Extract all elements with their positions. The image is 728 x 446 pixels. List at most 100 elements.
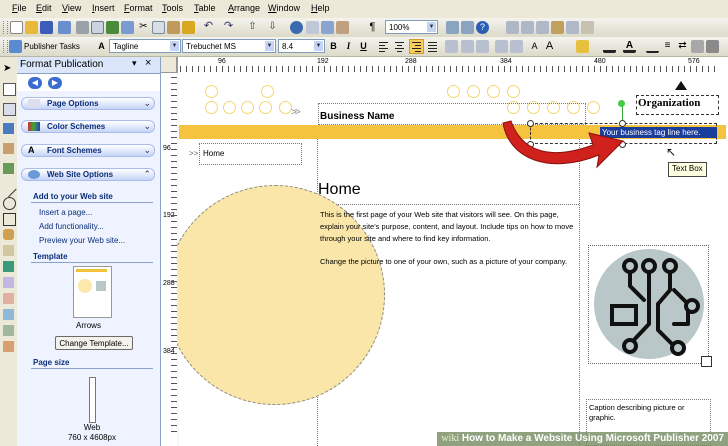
template-thumbnail[interactable]	[73, 266, 112, 318]
open-icon[interactable]	[25, 21, 38, 34]
menu-help[interactable]: Help	[311, 3, 330, 13]
back-icon[interactable]: ◀	[28, 77, 42, 89]
decrease-font-icon[interactable]: A	[528, 40, 541, 53]
horizontal-ruler[interactable]: 96 192 288 384 480 576	[161, 57, 728, 74]
rectangle-icon[interactable]	[3, 213, 16, 226]
nav-home-link[interactable]: Home	[203, 149, 224, 158]
line-icon[interactable]	[0, 180, 17, 198]
styles-icon[interactable]: A	[95, 40, 108, 53]
section-font-schemes[interactable]: A Font Schemes ⌄	[21, 144, 155, 157]
rotation-handle[interactable]	[618, 100, 625, 107]
catalog-merge-icon[interactable]	[3, 325, 14, 336]
change-template-button[interactable]: Change Template...	[55, 336, 133, 350]
menu-insert[interactable]: Insert	[92, 3, 115, 13]
web-navigation-icon[interactable]	[3, 341, 14, 352]
link-icon[interactable]	[521, 21, 534, 34]
text-box-icon[interactable]	[3, 83, 16, 96]
web-preview-icon[interactable]	[566, 21, 579, 34]
decrease-indent-icon[interactable]	[495, 40, 508, 53]
cut-icon[interactable]: ✂	[137, 21, 150, 34]
italic-button[interactable]: I	[342, 40, 355, 53]
send-backward-icon[interactable]: ⇩	[266, 21, 279, 34]
redo-icon[interactable]: ↷	[222, 21, 235, 34]
menu-table[interactable]: Table	[194, 3, 216, 13]
autoshapes-icon[interactable]	[3, 229, 14, 240]
resize-handle[interactable]	[701, 356, 712, 367]
save-icon[interactable]	[40, 21, 53, 34]
3d-style-icon[interactable]	[706, 40, 719, 53]
preview-site-link[interactable]: Preview your Web site...	[39, 236, 125, 245]
zoom-in-icon[interactable]	[461, 21, 474, 34]
section-color-schemes[interactable]: Color Schemes ⌄	[21, 120, 155, 133]
html-icon[interactable]	[581, 21, 594, 34]
insert-page-link[interactable]: Insert a page...	[39, 208, 92, 217]
bring-forward-icon[interactable]: ⇧	[246, 21, 259, 34]
align-right-icon[interactable]	[409, 39, 424, 54]
new-icon[interactable]	[10, 21, 23, 34]
close-icon[interactable]: ×	[145, 57, 151, 69]
business-name-text[interactable]: Business Name	[320, 111, 394, 122]
clip-art-icon[interactable]	[3, 163, 14, 174]
oval-icon[interactable]	[3, 197, 16, 210]
toolbar-grip[interactable]	[3, 40, 8, 53]
menu-format[interactable]: Format	[124, 3, 153, 13]
business-info-icon[interactable]	[3, 309, 14, 320]
copy-icon[interactable]	[152, 21, 165, 34]
table-icon[interactable]	[3, 103, 16, 116]
select-pointer-icon[interactable]: ➤	[3, 63, 14, 74]
paste-icon[interactable]	[167, 21, 180, 34]
picture-icon[interactable]	[336, 21, 349, 34]
ruler-corner[interactable]	[161, 57, 177, 73]
forward-icon[interactable]: ▶	[48, 77, 62, 89]
publisher-tasks-button[interactable]: Publisher Tasks	[24, 42, 80, 51]
spelling-icon[interactable]	[106, 21, 119, 34]
help-icon[interactable]: ?	[476, 21, 489, 34]
menu-file[interactable]: File	[12, 3, 27, 13]
hot-spot-icon[interactable]	[3, 245, 14, 256]
section-page-options[interactable]: Page Options ⌄	[21, 97, 155, 110]
line-spacing-icon[interactable]	[445, 40, 458, 53]
hyperlink-icon[interactable]	[290, 21, 303, 34]
body-paragraph[interactable]: Change the picture to one of your own, s…	[320, 256, 580, 268]
underline-button[interactable]: U	[357, 40, 370, 53]
fill-color-icon[interactable]	[576, 40, 589, 53]
line-color-icon[interactable]	[603, 40, 616, 53]
justify-icon[interactable]	[426, 40, 439, 53]
shadow-style-icon[interactable]	[691, 40, 704, 53]
font-size-select[interactable]: 8.4 ▼	[278, 39, 325, 53]
align-left-icon[interactable]	[377, 40, 390, 53]
mail-icon[interactable]	[58, 21, 71, 34]
print-icon[interactable]	[76, 21, 89, 34]
organization-name[interactable]: Organization	[638, 97, 700, 109]
increase-indent-icon[interactable]	[510, 40, 523, 53]
menu-edit[interactable]: Edit	[36, 3, 52, 13]
menu-view[interactable]: View	[62, 3, 81, 13]
form-control-icon[interactable]	[3, 261, 14, 272]
bold-button[interactable]: B	[327, 40, 340, 53]
align-center-icon[interactable]	[393, 40, 406, 53]
section-web-site-options[interactable]: Web Site Options ⌃	[21, 168, 155, 181]
research-icon[interactable]	[121, 21, 134, 34]
design-gallery-icon[interactable]	[3, 293, 14, 304]
task-pane-menu-icon[interactable]: ▾	[132, 58, 137, 69]
style-select[interactable]: Tagline ▼	[109, 39, 181, 53]
web-icon[interactable]	[506, 21, 519, 34]
body-paragraph[interactable]: This is the first page of your Web site …	[320, 209, 580, 245]
numbering-icon[interactable]	[461, 40, 474, 53]
increase-font-icon[interactable]: A	[543, 40, 556, 53]
task-pane-icon[interactable]	[9, 40, 22, 53]
menu-window[interactable]: Window	[268, 3, 300, 13]
vertical-ruler[interactable]: 96 192 288 384	[161, 57, 178, 446]
picture-frame-icon[interactable]	[3, 143, 14, 154]
line-style-icon[interactable]	[646, 40, 659, 53]
add-functionality-link[interactable]: Add functionality...	[39, 222, 104, 231]
dash-style-icon[interactable]: ≡	[661, 40, 674, 53]
toolbar-grip[interactable]	[3, 21, 8, 34]
zoom-out-icon[interactable]	[446, 21, 459, 34]
picture-caption[interactable]: Caption describing picture or graphic.	[589, 403, 707, 423]
wordart-icon[interactable]	[3, 123, 14, 134]
publication-canvas[interactable]: >> Business Name Organization Your busin…	[177, 73, 728, 446]
undo-icon[interactable]: ↶	[202, 21, 215, 34]
form-icon[interactable]	[551, 21, 564, 34]
format-painter-icon[interactable]	[182, 21, 195, 34]
